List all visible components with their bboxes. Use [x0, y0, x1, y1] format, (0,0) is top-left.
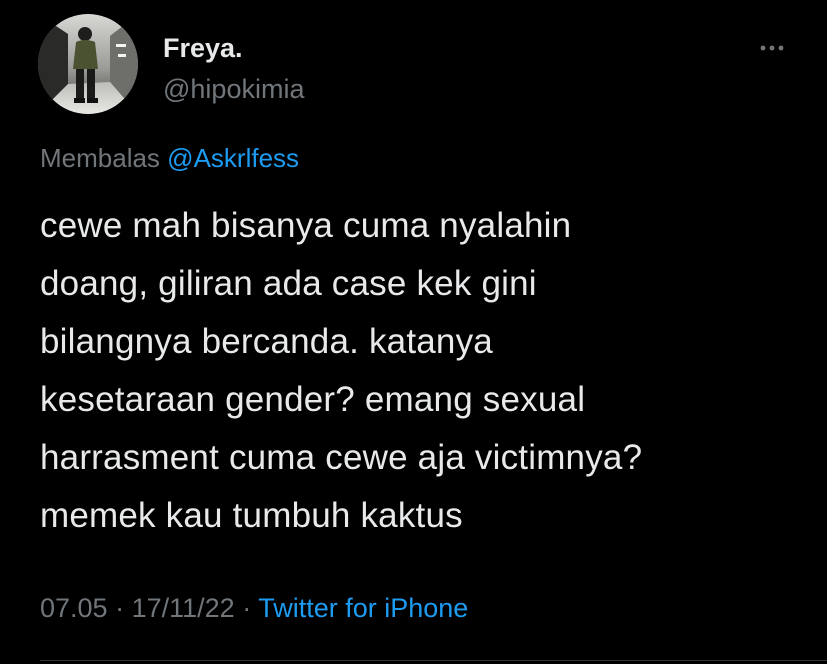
- tweet-time[interactable]: 07.05: [40, 593, 108, 623]
- tweet-date[interactable]: 17/11/22: [132, 593, 235, 623]
- more-horizontal-icon[interactable]: [755, 38, 789, 58]
- reply-context: Membalas @Askrlfess: [40, 143, 299, 174]
- author-handle[interactable]: @hipokimia: [163, 74, 304, 105]
- reply-mention-link[interactable]: @Askrlfess: [167, 143, 299, 173]
- meta-separator: ·: [107, 593, 132, 623]
- profile-photo: [38, 14, 138, 114]
- tweet-card: Freya. @hipokimia Membalas @Askrlfess ce…: [0, 0, 827, 664]
- reply-prefix: Membalas: [40, 143, 160, 173]
- avatar[interactable]: [38, 14, 138, 114]
- tweet-meta: 07.05 · 17/11/22 · Twitter for iPhone: [40, 593, 468, 624]
- author-display-name[interactable]: Freya.: [163, 33, 243, 64]
- tweet-text: cewe mah bisanya cuma nyalahin doang, gi…: [40, 206, 643, 535]
- meta-separator: ·: [234, 593, 259, 623]
- divider: [40, 660, 827, 661]
- tweet-source-link[interactable]: Twitter for iPhone: [258, 593, 468, 623]
